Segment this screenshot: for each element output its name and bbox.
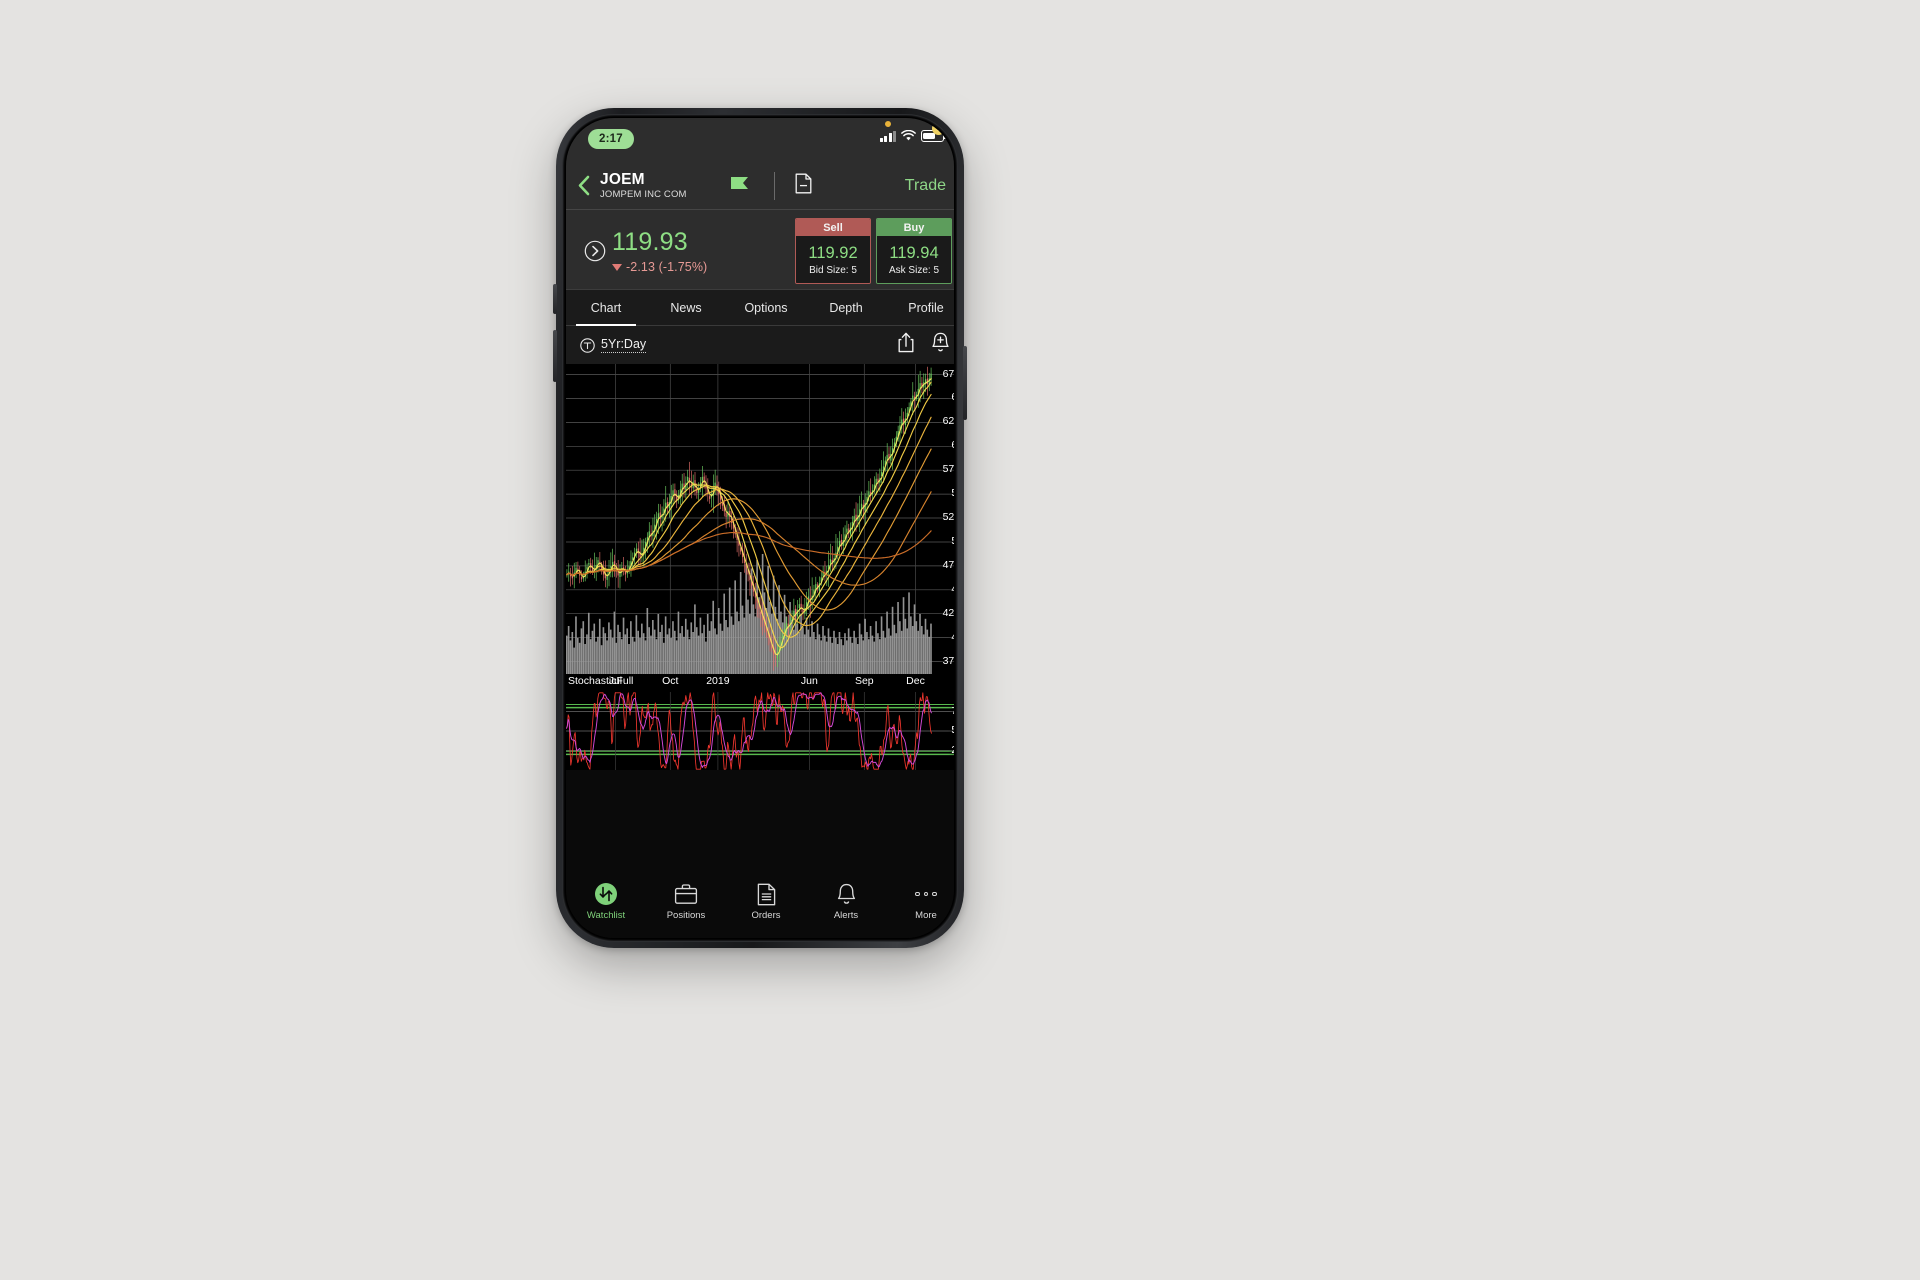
stochastic-y-tick: 75 <box>951 705 954 717</box>
tab-label: Chart <box>590 300 622 315</box>
nav-item-positions[interactable]: Positions <box>646 882 726 921</box>
tab-label: News <box>670 300 702 315</box>
x-axis-tick: Dec <box>906 675 925 687</box>
sell-label: Sell <box>796 219 870 236</box>
share-icon[interactable] <box>897 332 915 358</box>
tab-bar: Chart News Options Depth Profile <box>566 290 954 326</box>
x-axis-tick: 2019 <box>706 675 730 687</box>
tab-depth[interactable]: Depth <box>806 290 886 325</box>
price-y-tick: 60 <box>951 439 954 451</box>
symbol-block[interactable]: JOEM JOMPEM INC COM <box>600 171 687 201</box>
tab-news[interactable]: News <box>646 290 726 325</box>
status-bar: 2:17 <box>566 118 954 162</box>
price-y-tick: 67.5 <box>942 367 954 380</box>
buy-box[interactable]: Buy 119.94 Ask Size: 5 <box>876 218 952 284</box>
bell-plus-icon[interactable] <box>931 332 950 358</box>
price-y-tick: 47.5 <box>942 558 954 571</box>
tab-chart[interactable]: Chart <box>566 290 646 326</box>
document-lines-icon <box>757 882 776 906</box>
chevron-right-circle-icon[interactable] <box>584 240 606 267</box>
volume-up-button[interactable] <box>553 284 557 314</box>
chart-toolbar: 5Yr:Day <box>566 326 954 364</box>
net-change: -2.13 (-1.75%) <box>612 260 707 274</box>
timeframe-label: 5Yr:Day <box>601 337 647 353</box>
trading-app: 2:17 JOEM JOMPEM INC COM Trade 119.93 -2… <box>566 118 954 938</box>
status-clock-pill: 2:17 <box>588 129 634 149</box>
wifi-icon <box>901 130 916 141</box>
net-change-value: -2.13 (-1.75%) <box>626 260 708 274</box>
price-y-tick: 55 <box>951 487 954 499</box>
ask-price: 119.94 <box>889 243 939 262</box>
bell-icon <box>836 882 857 906</box>
bid-size: Bid Size: 5 <box>809 264 857 276</box>
nav-item-label: Watchlist <box>586 910 626 921</box>
tab-label: Profile <box>908 300 944 315</box>
tab-label: Depth <box>829 300 863 315</box>
nav-item-watchlist[interactable]: Watchlist <box>566 882 646 921</box>
nav-item-label: Positions <box>666 910 706 921</box>
briefcase-icon <box>674 882 698 906</box>
phone-bezel: 2:17 JOEM JOMPEM INC COM Trade 119.93 -2… <box>562 114 958 942</box>
watchlist-arrows-icon <box>594 882 618 906</box>
volume-down-button[interactable] <box>553 330 557 382</box>
nav-item-alerts[interactable]: Alerts <box>806 882 886 921</box>
status-time: 2:17 <box>599 133 623 145</box>
timeframe-selector[interactable]: 5Yr:Day <box>580 337 647 353</box>
document-icon[interactable] <box>795 173 812 199</box>
header-divider <box>773 171 775 200</box>
price-y-tick: 57.5 <box>942 463 954 476</box>
price-y-tick: 52.5 <box>942 511 954 524</box>
nav-item-label: More <box>915 910 937 921</box>
more-badge <box>932 122 945 135</box>
flag-icon[interactable] <box>730 176 748 195</box>
last-price: 119.93 <box>612 228 688 256</box>
price-y-tick: 40 <box>951 631 954 643</box>
price-y-tick: 65 <box>951 391 954 403</box>
stochastic-title: StochasticFull <box>568 675 634 687</box>
price-y-tick: 37.5 <box>942 654 954 667</box>
sell-box[interactable]: Sell 119.92 Bid Size: 5 <box>795 218 871 284</box>
cellular-signal-icon <box>879 130 896 142</box>
price-chart[interactable] <box>566 364 954 674</box>
stochastic-chart-svg <box>566 692 954 770</box>
price-chart-svg <box>566 364 954 674</box>
tab-options[interactable]: Options <box>726 290 806 325</box>
symbol-ticker: JOEM <box>600 170 645 188</box>
x-axis-tick: Oct <box>662 675 679 687</box>
back-chevron-icon[interactable] <box>566 175 600 196</box>
ask-size: Ask Size: 5 <box>888 264 940 276</box>
symbol-header: JOEM JOMPEM INC COM Trade <box>566 162 954 210</box>
buy-label: Buy <box>877 219 951 236</box>
nav-item-orders[interactable]: Orders <box>726 882 806 921</box>
nav-item-label: Alerts <box>833 910 859 921</box>
x-axis-tick: Sep <box>854 675 874 687</box>
bottom-nav: Watchlist Positions Orders Alerts More <box>566 874 954 938</box>
trade-button[interactable]: Trade <box>905 177 946 195</box>
chart-toolbar-actions <box>897 332 950 358</box>
price-y-tick: 62.5 <box>942 415 954 428</box>
stochastic-chart[interactable] <box>566 692 954 770</box>
ellipsis-icon <box>915 882 937 906</box>
tab-profile[interactable]: Profile <box>886 290 954 325</box>
circled-t-icon <box>580 337 595 353</box>
phone-screen: 2:17 JOEM JOMPEM INC COM Trade 119.93 -2… <box>566 118 954 938</box>
bid-price: 119.92 <box>808 243 858 262</box>
power-button[interactable] <box>963 346 967 420</box>
nav-item-more[interactable]: More <box>886 882 954 921</box>
trade-boxes: Sell 119.92 Bid Size: 5 Buy 119.94 Ask S… <box>795 218 952 284</box>
price-y-tick: 50 <box>951 535 954 547</box>
down-triangle-icon <box>612 263 622 271</box>
symbol-company-name: JOMPEM INC COM <box>600 188 687 200</box>
tab-label: Options <box>744 300 788 315</box>
stochastic-y-tick: 25 <box>951 744 954 756</box>
phone-device: 2:17 JOEM JOMPEM INC COM Trade 119.93 -2… <box>553 108 967 948</box>
stochastic-y-tick: 50 <box>951 724 954 736</box>
nav-item-label: Orders <box>751 910 781 921</box>
recording-dot-icon <box>884 120 891 127</box>
price-y-tick: 42.5 <box>942 606 954 619</box>
quote-row: 119.93 -2.13 (-1.75%) Sell 119.92 Bid Si… <box>566 210 954 290</box>
price-y-tick: 45 <box>951 583 954 595</box>
x-axis-tick: Jun <box>800 675 818 687</box>
